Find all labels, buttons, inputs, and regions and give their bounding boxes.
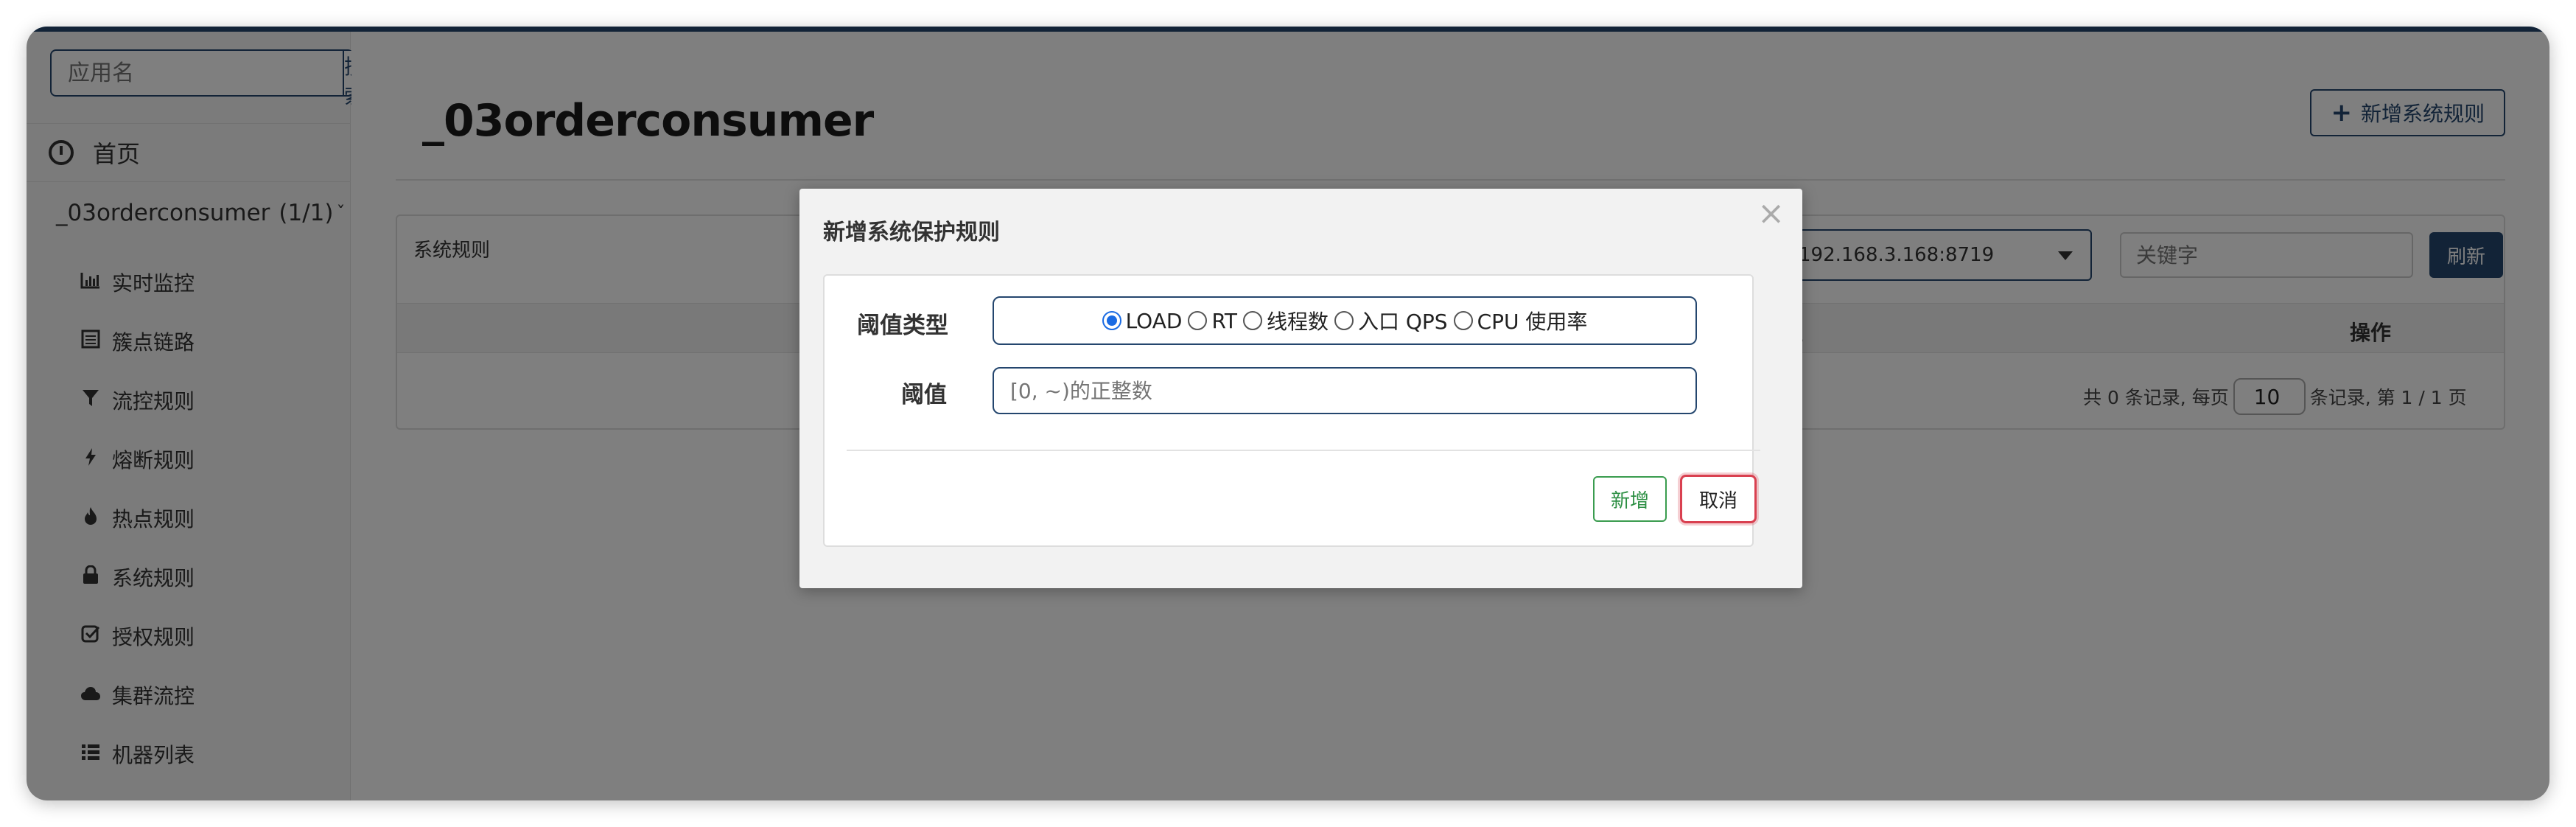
dialog-divider <box>847 450 1760 451</box>
dialog-title: 新增系统保护规则 <box>823 220 1000 245</box>
threshold-type-label: 阈值类型 <box>857 313 948 339</box>
add-button[interactable]: 新增 <box>1593 476 1667 522</box>
radio-button[interactable] <box>1242 311 1262 330</box>
threshold-label: 阈值 <box>901 382 947 408</box>
radio-label: LOAD <box>1125 308 1183 333</box>
radio-label: 线程数 <box>1266 310 1329 334</box>
threshold-input[interactable] <box>993 367 1697 414</box>
threshold-type-radio-group: LOAD RT 线程数 入口 QPS CPU 使用率 <box>993 296 1697 345</box>
radio-label: RT <box>1211 308 1237 333</box>
add-system-rule-dialog: 新增系统保护规则 × 阈值类型 LOAD RT 线程数 入口 QPS CPU 使… <box>799 189 1802 588</box>
radio-option-load[interactable]: LOAD <box>1102 308 1183 333</box>
dialog-body: 阈值类型 LOAD RT 线程数 入口 QPS CPU 使用率 阈值 [0, ~… <box>823 274 1760 547</box>
radio-option-qps[interactable]: 入口 QPS <box>1334 306 1448 335</box>
radio-button[interactable] <box>1334 311 1354 330</box>
radio-button[interactable] <box>1102 311 1121 330</box>
radio-option-threads[interactable]: 线程数 <box>1242 306 1329 335</box>
radio-option-rt[interactable]: RT <box>1188 309 1237 333</box>
cancel-button[interactable]: 取消 <box>1680 475 1757 523</box>
radio-option-cpu[interactable]: CPU 使用率 <box>1453 306 1588 335</box>
radio-label: CPU 使用率 <box>1477 310 1588 334</box>
close-icon[interactable]: × <box>1757 198 1785 230</box>
radio-label: 入口 QPS <box>1357 310 1448 334</box>
radio-button[interactable] <box>1453 311 1473 330</box>
radio-button[interactable] <box>1188 311 1208 330</box>
browser-window: 搜索 首页 _03orderconsumer (1/1) ˇ 实时监控 簇点链路 <box>27 27 2549 800</box>
